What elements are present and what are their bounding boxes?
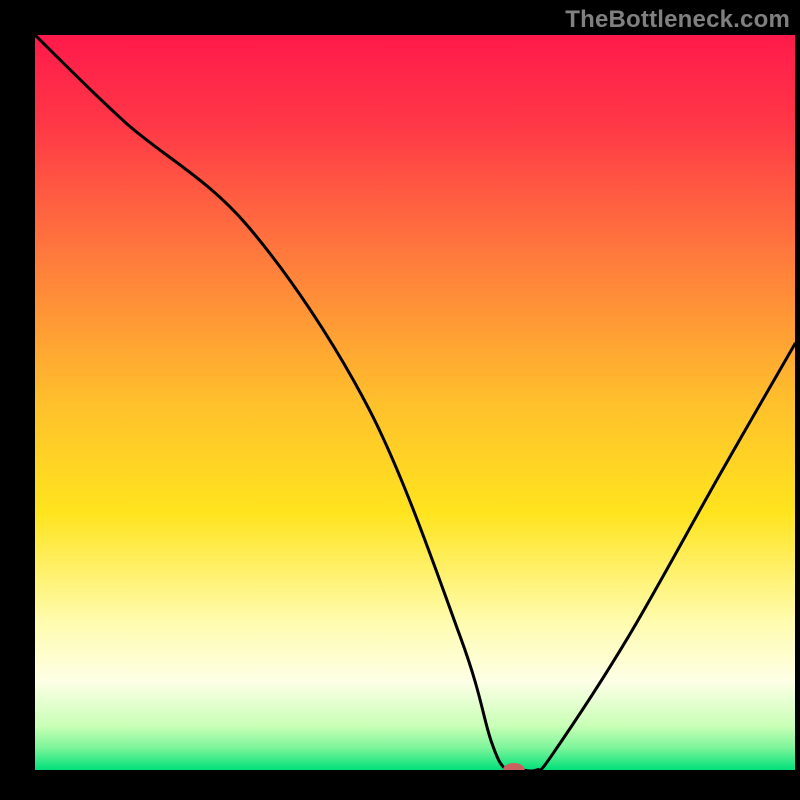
chart-frame: { "watermark": "TheBottleneck.com", "cha… xyxy=(0,0,800,800)
bottleneck-chart xyxy=(0,0,800,800)
plot-background xyxy=(35,35,795,770)
optimal-point-marker xyxy=(503,763,525,777)
watermark-text: TheBottleneck.com xyxy=(565,6,790,34)
